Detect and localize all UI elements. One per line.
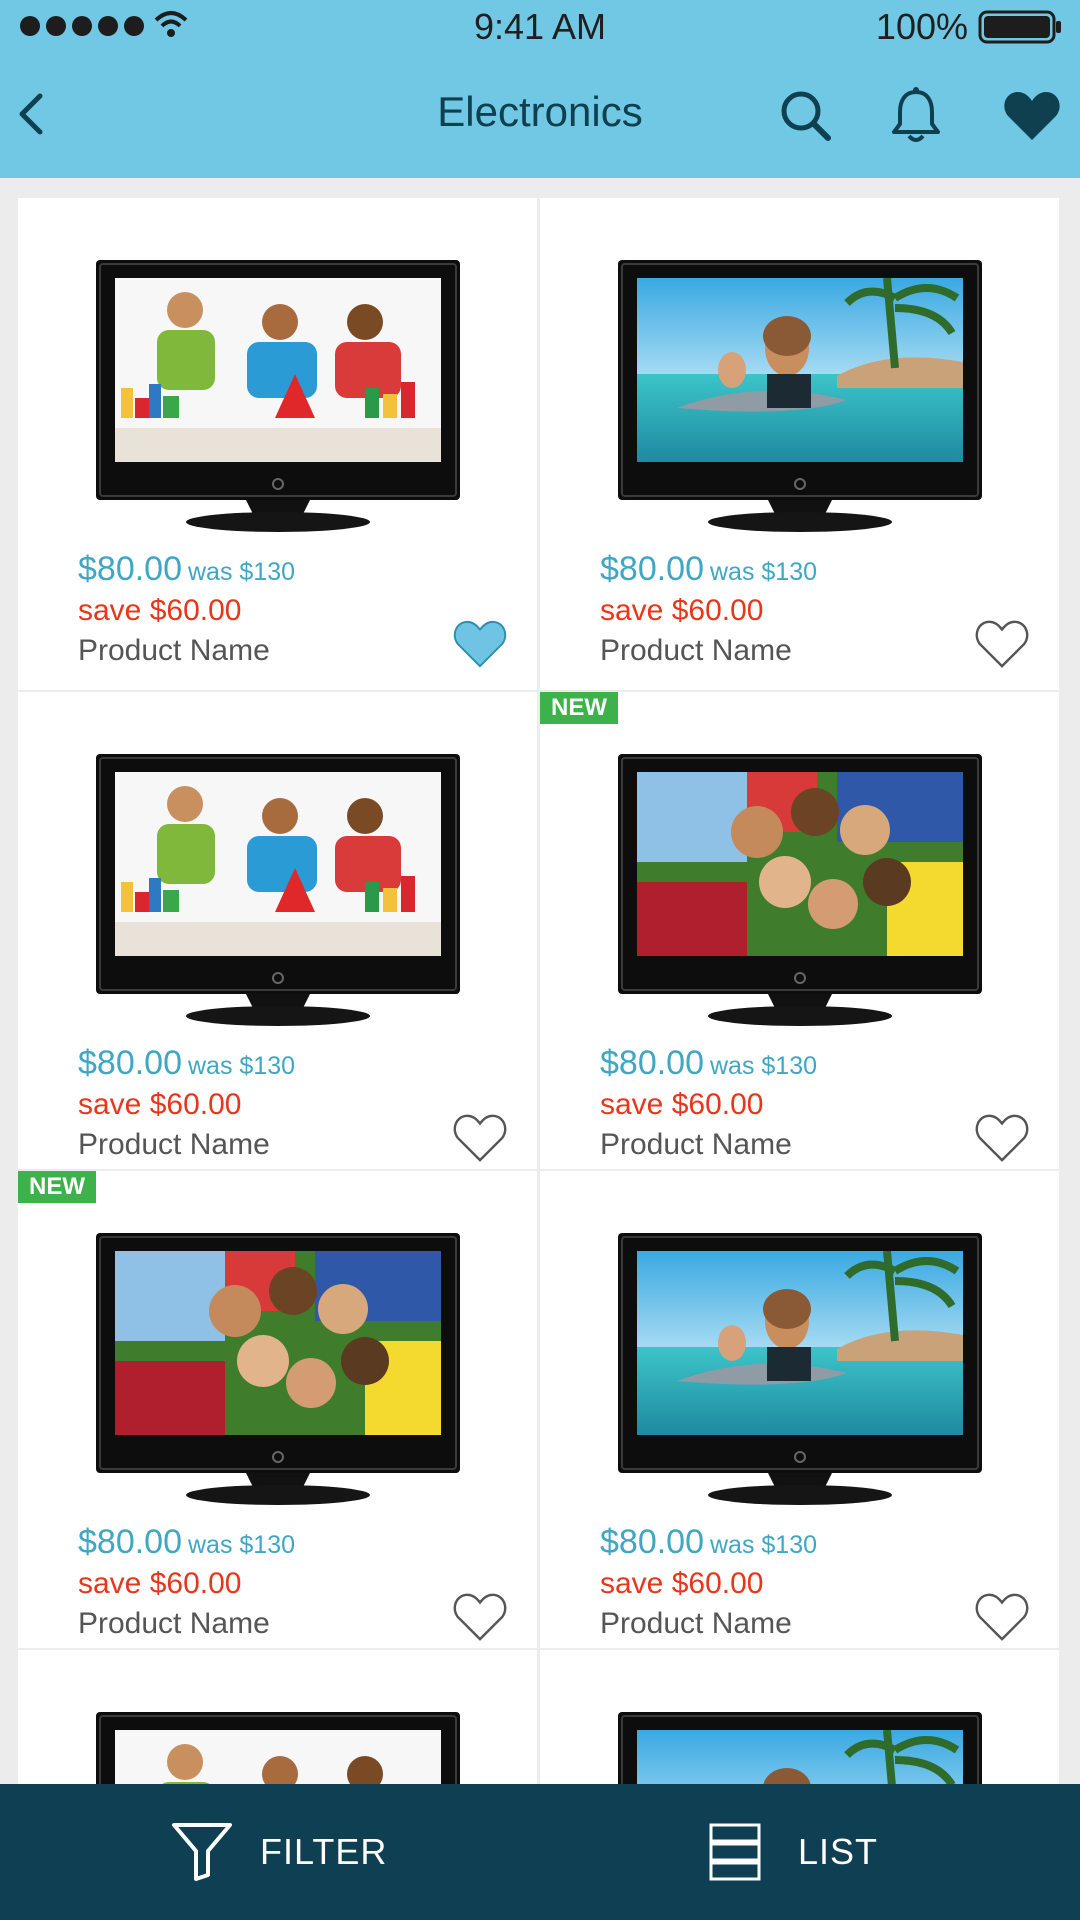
original-price: was $130 [188, 1531, 296, 1559]
product-tv [618, 1712, 982, 1784]
list-view-button[interactable]: LIST [708, 1814, 878, 1890]
price-line: $80.00 was $130 [78, 1044, 295, 1083]
savings-amount: save $60.00 [78, 1088, 242, 1121]
savings-amount: save $60.00 [78, 594, 242, 627]
original-price: was $130 [710, 1531, 818, 1559]
product-image [115, 772, 441, 956]
tv-screen [637, 1730, 963, 1784]
tv-screen [637, 1251, 963, 1435]
savings-amount: save $60.00 [600, 1567, 764, 1600]
product-name: Product Name [600, 634, 792, 667]
savings-amount: save $60.00 [600, 1088, 764, 1121]
battery-percentage: 100% [875, 6, 968, 47]
sale-price: $80.00 [600, 1044, 704, 1082]
tv-screen [115, 278, 441, 462]
product-name: Product Name [78, 1607, 270, 1640]
sale-price: $80.00 [78, 1044, 182, 1082]
filter-button[interactable]: FILTER [170, 1814, 387, 1890]
product-tv [96, 754, 460, 1026]
product-tv [618, 754, 982, 1026]
heart-outline-icon[interactable] [973, 1112, 1031, 1169]
product-tv [96, 1712, 460, 1784]
original-price: was $130 [188, 1052, 296, 1080]
product-card[interactable] [540, 1650, 1059, 1784]
sale-price: $80.00 [78, 1523, 182, 1561]
product-name: Product Name [600, 1128, 792, 1161]
status-bar: 9:41 AM 100% [0, 0, 1080, 56]
product-card[interactable]: NEW $80.00 was $130 save $60.00 Product Name [540, 692, 1059, 1169]
product-image [637, 1251, 963, 1435]
product-image [637, 1730, 963, 1784]
search-icon[interactable] [778, 88, 834, 144]
heart-outline-icon[interactable] [451, 1112, 509, 1169]
price-line: $80.00 was $130 [600, 1044, 817, 1083]
product-image [115, 1251, 441, 1435]
price-line: $80.00 was $130 [78, 1523, 295, 1562]
sale-price: $80.00 [78, 550, 182, 588]
original-price: was $130 [710, 558, 818, 586]
list-view-icon [709, 1823, 761, 1881]
price-line: $80.00 was $130 [78, 550, 295, 589]
product-image [637, 278, 963, 462]
product-card[interactable]: $80.00 was $130 save $60.00 Product Name [18, 198, 537, 690]
tv-screen [115, 1251, 441, 1435]
savings-amount: save $60.00 [600, 594, 764, 627]
product-tv [618, 1233, 982, 1505]
sale-price: $80.00 [600, 1523, 704, 1561]
heart-icon[interactable] [1002, 88, 1062, 144]
app-header: 9:41 AM 100% Electronics [0, 0, 1080, 178]
original-price: was $130 [188, 558, 296, 586]
original-price: was $130 [710, 1052, 818, 1080]
product-image [115, 1730, 441, 1784]
price-line: $80.00 was $130 [600, 1523, 817, 1562]
list-label: LIST [798, 1831, 879, 1872]
product-card[interactable]: $80.00 was $130 save $60.00 Product Name [540, 198, 1059, 690]
product-name: Product Name [78, 634, 270, 667]
bell-icon[interactable] [888, 86, 944, 146]
product-card[interactable]: NEW $80.00 was $130 save $60.00 Product Name [18, 1171, 537, 1648]
heart-outline-icon[interactable] [973, 618, 1031, 675]
filter-label: FILTER [260, 1831, 388, 1872]
tv-screen [637, 772, 963, 956]
heart-filled-icon[interactable] [451, 618, 509, 675]
price-line: $80.00 was $130 [600, 550, 817, 589]
tv-screen [115, 1730, 441, 1784]
filter-funnel-icon [172, 1823, 232, 1881]
heart-outline-icon[interactable] [973, 1591, 1031, 1648]
product-card[interactable]: $80.00 was $130 save $60.00 Product Name [540, 1171, 1059, 1648]
product-tv [96, 260, 460, 532]
product-tv [618, 260, 982, 532]
product-name: Product Name [600, 1607, 792, 1640]
product-grid: $80.00 was $130 save $60.00 Product Name $80… [18, 198, 1062, 1784]
product-card[interactable] [18, 1650, 537, 1784]
heart-outline-icon[interactable] [451, 1591, 509, 1648]
product-card[interactable]: $80.00 was $130 save $60.00 Product Name [18, 692, 537, 1169]
battery-icon [978, 10, 1061, 44]
savings-amount: save $60.00 [78, 1567, 242, 1600]
tv-screen [637, 278, 963, 462]
bottom-toolbar: FILTER LIST [0, 1784, 1080, 1920]
new-badge: NEW [18, 1171, 96, 1203]
tv-screen [115, 772, 441, 956]
product-name: Product Name [78, 1128, 270, 1161]
product-tv [96, 1233, 460, 1505]
product-image [637, 772, 963, 956]
sale-price: $80.00 [600, 550, 704, 588]
new-badge: NEW [540, 692, 618, 724]
product-image [115, 278, 441, 462]
